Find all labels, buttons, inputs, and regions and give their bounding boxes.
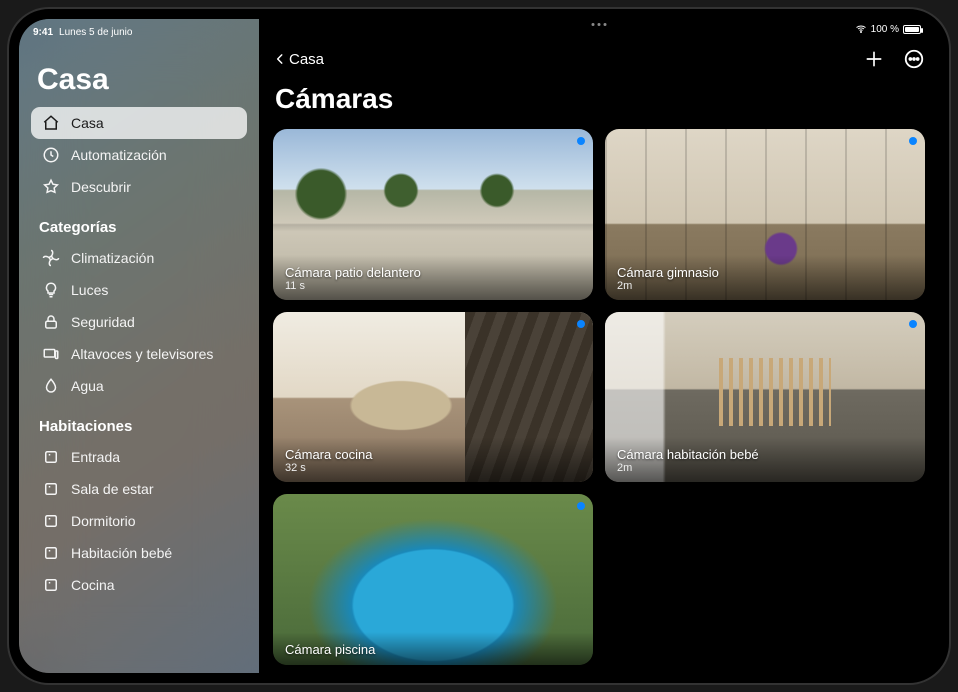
sidebar-item-label: Automatización (71, 147, 167, 163)
lightbulb-icon (41, 281, 61, 299)
back-button[interactable]: Casa (273, 51, 324, 68)
sidebar-item-climatizacion[interactable]: Climatización (31, 242, 247, 274)
camera-overlay: Cámara piscina (273, 632, 593, 665)
room-icon (41, 544, 61, 562)
sidebar-item-label: Climatización (71, 250, 154, 266)
camera-overlay: Cámara patio delantero 11 s (273, 255, 593, 300)
recording-dot-icon (577, 137, 585, 145)
camera-tile-habitacion-bebe[interactable]: Cámara habitación bebé 2m (605, 312, 925, 483)
camera-grid: Cámara patio delantero 11 s Cámara gimna… (273, 129, 925, 665)
sidebar-item-seguridad[interactable]: Seguridad (31, 306, 247, 338)
status-bar-right: 100 % (855, 23, 921, 35)
recording-dot-icon (577, 320, 585, 328)
room-icon (41, 448, 61, 466)
tv-speaker-icon (41, 345, 61, 363)
sidebar: 9:41 Lunes 5 de junio Casa Casa Automati… (19, 19, 259, 673)
top-actions (863, 48, 925, 70)
camera-tile-gimnasio[interactable]: Cámara gimnasio 2m (605, 129, 925, 300)
status-bar-left: 9:41 Lunes 5 de junio (31, 19, 247, 41)
sidebar-section-categorias: Categorías (39, 219, 247, 236)
screen: 9:41 Lunes 5 de junio Casa Casa Automati… (19, 19, 939, 673)
multitask-dots-icon[interactable] (592, 23, 607, 26)
clock-icon (41, 146, 61, 164)
camera-name: Cámara gimnasio (617, 265, 913, 280)
sidebar-item-descubrir[interactable]: Descubrir (31, 171, 247, 203)
sidebar-item-label: Casa (71, 115, 104, 131)
camera-timestamp: 2m (617, 280, 913, 292)
sidebar-item-label: Dormitorio (71, 513, 136, 529)
more-button[interactable] (903, 48, 925, 70)
add-button[interactable] (863, 48, 885, 70)
sidebar-item-label: Sala de estar (71, 481, 154, 497)
main-content: 100 % Casa (259, 19, 939, 673)
recording-dot-icon (909, 137, 917, 145)
battery-icon (903, 25, 921, 34)
sidebar-item-label: Seguridad (71, 314, 135, 330)
sidebar-item-entrada[interactable]: Entrada (31, 441, 247, 473)
house-icon (41, 114, 61, 132)
chevron-left-icon (273, 52, 287, 66)
back-label: Casa (289, 51, 324, 68)
sidebar-item-label: Descubrir (71, 179, 131, 195)
camera-name: Cámara cocina (285, 447, 581, 462)
sidebar-item-label: Agua (71, 378, 104, 394)
lock-icon (41, 313, 61, 331)
fan-icon (41, 249, 61, 267)
sidebar-item-label: Altavoces y televisores (71, 346, 213, 362)
camera-timestamp: 11 s (285, 280, 581, 292)
camera-timestamp: 32 s (285, 462, 581, 474)
ipad-frame: 9:41 Lunes 5 de junio Casa Casa Automati… (9, 9, 949, 683)
room-icon (41, 480, 61, 498)
camera-name: Cámara habitación bebé (617, 447, 913, 462)
star-icon (41, 178, 61, 196)
camera-timestamp: 2m (617, 462, 913, 474)
recording-dot-icon (909, 320, 917, 328)
sidebar-item-agua[interactable]: Agua (31, 370, 247, 402)
status-date: Lunes 5 de junio (59, 27, 132, 38)
camera-tile-piscina[interactable]: Cámara piscina (273, 494, 593, 665)
camera-overlay: Cámara habitación bebé 2m (605, 437, 925, 482)
battery-percent: 100 % (871, 24, 899, 35)
camera-name: Cámara patio delantero (285, 265, 581, 280)
topbar: Casa (273, 45, 925, 73)
sidebar-item-label: Cocina (71, 577, 115, 593)
camera-name: Cámara piscina (285, 642, 581, 657)
room-icon (41, 576, 61, 594)
sidebar-item-habitacion-bebe[interactable]: Habitación bebé (31, 537, 247, 569)
sidebar-item-label: Luces (71, 282, 108, 298)
sidebar-item-cocina[interactable]: Cocina (31, 569, 247, 601)
sidebar-item-casa[interactable]: Casa (31, 107, 247, 139)
camera-tile-cocina[interactable]: Cámara cocina 32 s (273, 312, 593, 483)
sidebar-item-label: Habitación bebé (71, 545, 172, 561)
sidebar-item-altavoces[interactable]: Altavoces y televisores (31, 338, 247, 370)
water-drop-icon (41, 377, 61, 395)
sidebar-item-sala[interactable]: Sala de estar (31, 473, 247, 505)
sidebar-item-luces[interactable]: Luces (31, 274, 247, 306)
sidebar-item-automatizacion[interactable]: Automatización (31, 139, 247, 171)
room-icon (41, 512, 61, 530)
camera-tile-patio-delantero[interactable]: Cámara patio delantero 11 s (273, 129, 593, 300)
page-title: Cámaras (275, 83, 925, 115)
wifi-icon (855, 23, 867, 35)
sidebar-item-label: Entrada (71, 449, 120, 465)
app-title: Casa (37, 63, 247, 97)
status-time: 9:41 (33, 27, 53, 38)
camera-overlay: Cámara cocina 32 s (273, 437, 593, 482)
sidebar-item-dormitorio[interactable]: Dormitorio (31, 505, 247, 537)
camera-overlay: Cámara gimnasio 2m (605, 255, 925, 300)
sidebar-section-habitaciones: Habitaciones (39, 418, 247, 435)
